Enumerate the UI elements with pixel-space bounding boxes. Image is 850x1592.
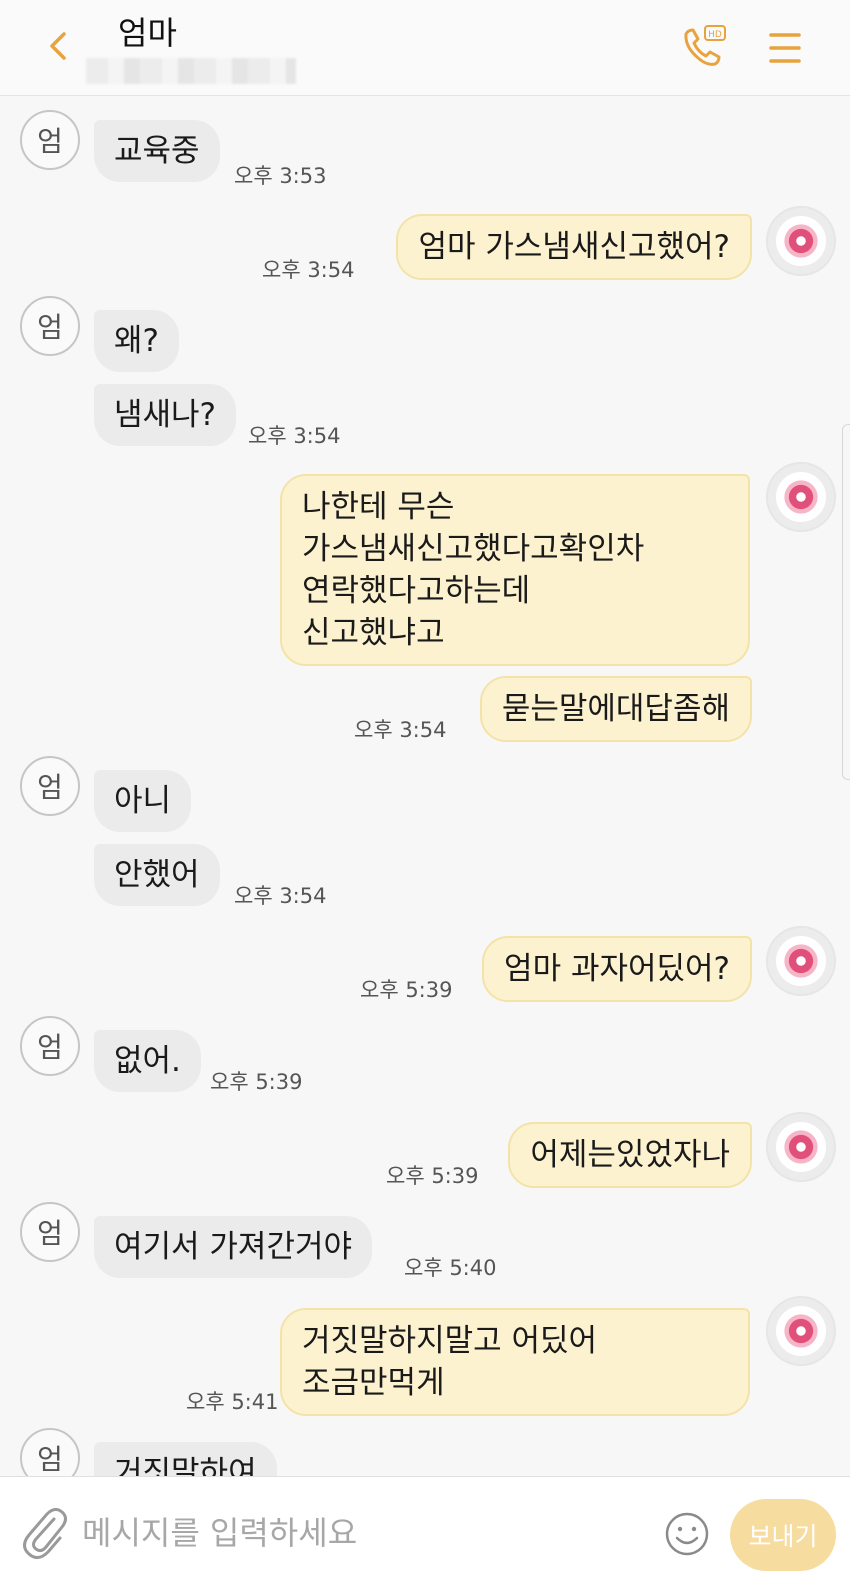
hamburger-menu-icon <box>769 33 801 63</box>
message-time: 오후 5:39 <box>210 1070 303 1094</box>
chevron-left-icon <box>50 32 66 60</box>
message-bubble-incoming[interactable]: 아니 <box>94 770 192 832</box>
attach-button[interactable] <box>20 1505 68 1561</box>
message-bubble-outgoing[interactable]: 엄마 가스냄새신고했어? <box>396 214 752 280</box>
message-bubble-incoming[interactable]: 없어. <box>94 1030 201 1092</box>
message-bubble-outgoing[interactable]: 어제는있었자나 <box>508 1122 752 1188</box>
message-time: 오후 5:40 <box>404 1256 497 1280</box>
chat-title: 엄마 <box>118 14 177 52</box>
contact-avatar[interactable]: 엄 <box>20 1016 80 1076</box>
my-avatar[interactable] <box>766 462 836 532</box>
message-bubble-outgoing[interactable]: 나한테 무슨 가스냄새신고했다고확인차 연락했다고하는데 신고했냐고 <box>280 474 750 666</box>
message-bubble-incoming[interactable]: 왜? <box>94 310 179 372</box>
message-time: 오후 3:54 <box>248 424 341 448</box>
contact-avatar[interactable]: 엄 <box>20 110 80 170</box>
my-avatar[interactable] <box>766 1112 836 1182</box>
message-bubble-outgoing[interactable]: 묻는말에대답좀해 <box>479 676 752 742</box>
message-time: 오후 5:39 <box>386 1164 479 1188</box>
message-input-bar: 보내기 <box>0 1476 850 1592</box>
scroll-indicator[interactable] <box>842 424 850 780</box>
message-bubble-incoming[interactable]: 여기서 가져간거야 <box>94 1216 373 1278</box>
chat-screen: 엄마 HD 엄 교육중 오후 3:53 엄마 가스냄새신고했어? 오후 3:54… <box>0 0 850 1592</box>
message-time: 오후 3:54 <box>234 884 327 908</box>
phone-hd-icon: HD <box>684 25 726 66</box>
menu-button[interactable] <box>768 30 802 66</box>
contact-avatar[interactable]: 엄 <box>20 296 80 356</box>
message-bubble-incoming[interactable]: 안했어 <box>94 844 220 906</box>
chat-header: 엄마 HD <box>0 0 850 96</box>
message-time: 오후 3:53 <box>234 164 327 188</box>
message-bubble-incoming[interactable]: 교육중 <box>94 120 220 182</box>
message-bubble-incoming[interactable]: 냄새나? <box>94 384 237 446</box>
message-time: 오후 5:39 <box>360 978 453 1002</box>
send-button[interactable]: 보내기 <box>730 1499 836 1571</box>
message-time: 오후 3:54 <box>262 258 355 282</box>
hd-call-button[interactable]: HD <box>680 24 728 70</box>
my-avatar[interactable] <box>766 1296 836 1366</box>
message-time: 오후 3:54 <box>354 718 447 742</box>
blurred-subtitle <box>86 58 296 84</box>
message-input[interactable] <box>82 1507 642 1559</box>
hd-badge: HD <box>708 30 722 40</box>
message-bubble-outgoing[interactable]: 거짓말하지말고 어딨어 조금만먹게 <box>280 1308 750 1416</box>
contact-avatar[interactable]: 엄 <box>20 756 80 816</box>
smiley-icon <box>665 1512 709 1556</box>
message-time: 오후 5:41 <box>186 1390 279 1414</box>
back-button[interactable] <box>40 26 76 66</box>
paperclip-icon <box>23 1507 67 1559</box>
emoji-button[interactable] <box>664 1511 710 1557</box>
my-avatar[interactable] <box>766 926 836 996</box>
my-avatar[interactable] <box>766 206 836 276</box>
contact-avatar[interactable]: 엄 <box>20 1202 80 1262</box>
message-bubble-outgoing[interactable]: 엄마 과자어딨어? <box>482 936 752 1002</box>
